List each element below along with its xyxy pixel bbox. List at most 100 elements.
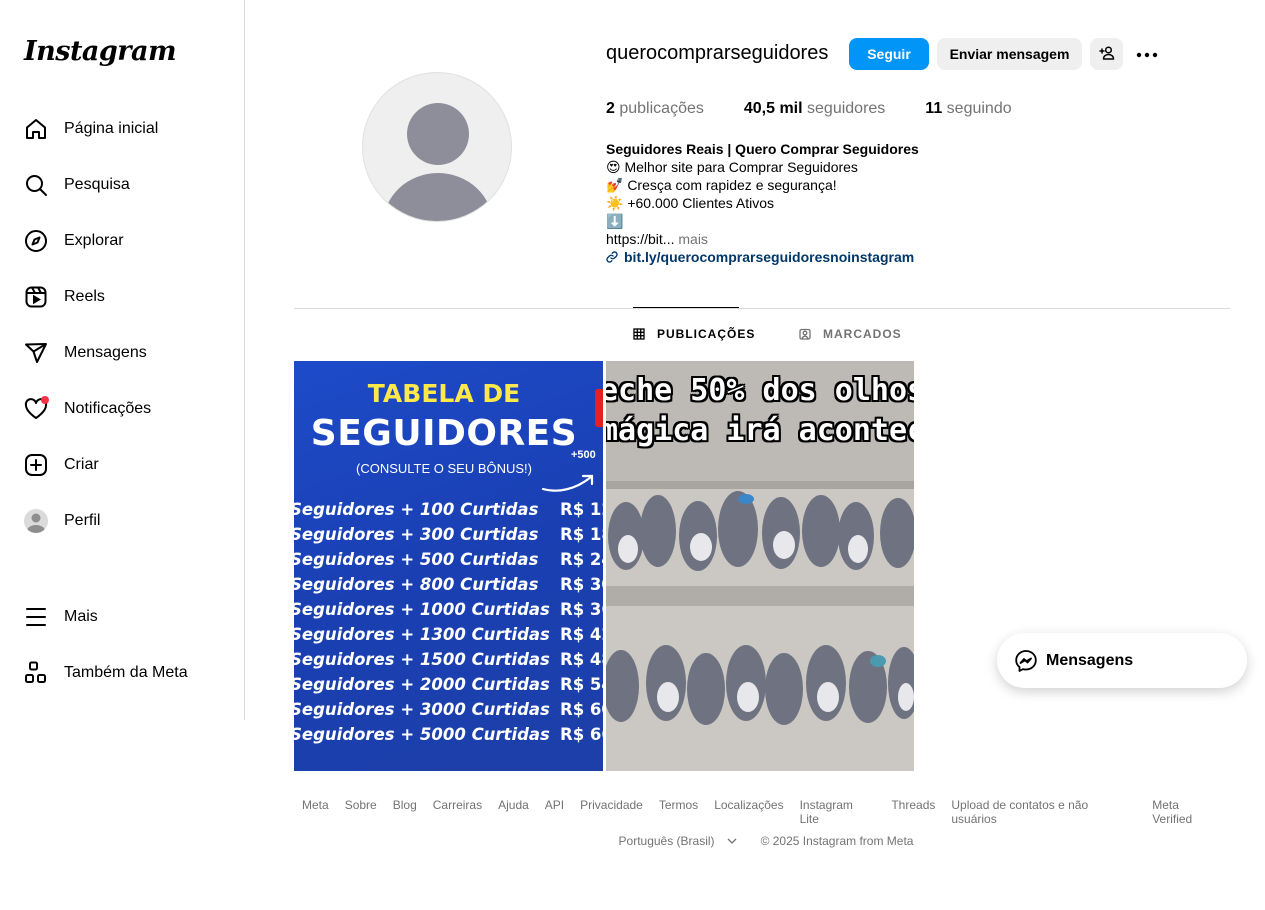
compass-icon xyxy=(24,229,48,253)
price-row-text: Seguidores + 1000 Curtidas xyxy=(294,600,550,619)
price-row-text: Seguidores + 300 Curtidas xyxy=(294,525,539,544)
sidebar: Instagram Página inicial Pesquisa Explor… xyxy=(0,0,245,720)
footer-link[interactable]: Carreiras xyxy=(433,798,482,826)
search-icon xyxy=(24,173,48,197)
footer-link[interactable]: Localizações xyxy=(714,798,783,826)
bio-external-link[interactable]: bit.ly/querocomprarseguidoresnoinstagram xyxy=(606,248,1026,266)
home-icon xyxy=(24,117,48,141)
sidebar-item-explore[interactable]: Explorar xyxy=(12,217,232,265)
add-person-icon xyxy=(1098,45,1115,64)
profile-username: querocomprarseguidores xyxy=(606,42,829,64)
followers-stat[interactable]: 40,5 mil seguidores xyxy=(744,100,885,118)
footer-link[interactable]: Privacidade xyxy=(580,798,643,826)
floating-messages-label: Mensagens xyxy=(1046,651,1134,669)
profile-picture[interactable] xyxy=(362,72,512,222)
language-selector[interactable]: Português (Brasil) xyxy=(611,834,745,848)
bio-name: Seguidores Reais | Quero Comprar Seguido… xyxy=(606,141,919,157)
post-title-line: TABELA DE xyxy=(367,379,521,408)
followers-count: 40,5 mil xyxy=(743,100,803,117)
footer-links: Meta Sobre Blog Carreiras Ajuda API Priv… xyxy=(294,798,1230,826)
following-stat[interactable]: 11 seguindo xyxy=(925,100,1011,118)
sidebar-item-messages[interactable]: Mensagens xyxy=(12,329,232,377)
post-thumbnail[interactable]: TABELA DE SEGUIDORES (CONSULTE O SEU BÔN… xyxy=(294,361,603,771)
active-tab-indicator xyxy=(633,307,739,308)
post-decoration xyxy=(595,389,603,427)
sidebar-item-label: Notificações xyxy=(64,400,152,417)
send-icon xyxy=(24,341,48,365)
post-overlay-text: mágica irá acontec xyxy=(606,413,914,448)
bio-truncated-text: https://bit... xyxy=(606,231,675,247)
sidebar-item-label: Mais xyxy=(64,608,98,625)
sidebar-item-more[interactable]: Mais xyxy=(12,593,232,641)
sidebar-item-search[interactable]: Pesquisa xyxy=(12,161,232,209)
following-label: seguindo xyxy=(946,100,1012,117)
footer-link[interactable]: Meta Verified xyxy=(1152,798,1222,826)
sidebar-item-notifications[interactable]: Notificações xyxy=(12,385,232,433)
price-row: Seguidores + 3000 Curtidas R$ 60 xyxy=(294,700,603,719)
price-row-price: R$ 24 xyxy=(560,550,603,569)
price-row-text: Seguidores + 5000 Curtidas xyxy=(294,725,550,744)
bio-line: ☀️ +60.000 Clientes Ativos xyxy=(606,195,775,211)
more-options-button[interactable] xyxy=(1135,44,1159,64)
price-row: Seguidores + 300 Curtidas R$ 18 xyxy=(294,525,603,544)
bio-truncated-line: https://bit... mais xyxy=(606,230,1026,248)
sidebar-item-also-from-meta[interactable]: Também da Meta xyxy=(12,649,232,697)
suggested-accounts-button[interactable] xyxy=(1090,38,1123,70)
plus-square-icon xyxy=(24,453,48,477)
posts-label: publicações xyxy=(619,100,704,117)
price-row-price: R$ 54 xyxy=(560,675,603,694)
floating-messages-button[interactable]: Mensagens xyxy=(997,633,1247,688)
post-title-line: SEGUIDORES xyxy=(310,413,578,454)
sidebar-item-reels[interactable]: Reels xyxy=(12,273,232,321)
language-label: Português (Brasil) xyxy=(618,834,715,848)
price-row-text: Seguidores + 1300 Curtidas xyxy=(294,625,550,644)
price-row: Seguidores + 100 Curtidas R$ 12 xyxy=(294,500,603,519)
tab-tagged-label: MARCADOS xyxy=(823,327,902,341)
send-message-button[interactable]: Enviar mensagem xyxy=(937,38,1082,70)
footer-link[interactable]: API xyxy=(545,798,564,826)
footer-link[interactable]: Blog xyxy=(393,798,417,826)
sidebar-item-label: Mensagens xyxy=(64,344,147,361)
posts-stat: 2 publicações xyxy=(606,100,704,118)
profile-bio: Seguidores Reais | Quero Comprar Seguido… xyxy=(606,140,1026,266)
price-row: Seguidores + 500 Curtidas R$ 24 xyxy=(294,550,603,569)
sidebar-item-label: Pesquisa xyxy=(64,176,130,193)
heart-icon xyxy=(24,396,49,421)
sidebar-item-create[interactable]: Criar xyxy=(12,441,232,489)
posts-count: 2 xyxy=(606,100,615,117)
menu-icon xyxy=(24,605,48,629)
messenger-icon xyxy=(1014,649,1038,673)
sidebar-item-label: Perfil xyxy=(64,512,101,529)
follow-button[interactable]: Seguir xyxy=(849,38,929,70)
profile-stats: 2 publicações 40,5 mil seguidores 11 seg… xyxy=(606,100,1052,118)
footer-link[interactable]: Upload de contatos e não usuários xyxy=(951,798,1136,826)
price-row-text: Seguidores + 3000 Curtidas xyxy=(294,700,550,719)
notification-dot xyxy=(41,396,49,404)
price-row-price: R$ 60 xyxy=(560,700,603,719)
instagram-logo[interactable]: Instagram xyxy=(24,36,177,67)
tab-tagged[interactable]: MARCADOS xyxy=(799,327,902,341)
footer-link[interactable]: Instagram Lite xyxy=(800,798,876,826)
footer-link[interactable]: Ajuda xyxy=(498,798,529,826)
post-thumbnail[interactable]: eche 50% dos olhos mágica irá acontec xyxy=(606,361,914,771)
post-bonus-label: +500 xyxy=(571,449,596,461)
footer-bottom: Português (Brasil) © 2025 Instagram from… xyxy=(294,834,1230,848)
link-icon xyxy=(606,251,618,263)
sidebar-item-home[interactable]: Página inicial xyxy=(12,105,232,153)
tab-posts[interactable]: PUBLICAÇÕES xyxy=(633,327,755,341)
footer-link[interactable]: Sobre xyxy=(345,798,377,826)
price-row: Seguidores + 800 Curtidas R$ 30 xyxy=(294,575,603,594)
footer-link[interactable]: Termos xyxy=(659,798,698,826)
footer-link[interactable]: Meta xyxy=(302,798,329,826)
price-row-text: Seguidores + 1500 Curtidas xyxy=(294,650,550,669)
bio-line: 😍 Melhor site para Comprar Seguidores xyxy=(606,159,858,175)
following-count: 11 xyxy=(925,100,943,117)
footer-link[interactable]: Threads xyxy=(891,798,935,826)
copyright-text: © 2025 Instagram from Meta xyxy=(760,834,914,848)
bio-more-link[interactable]: mais xyxy=(678,231,708,247)
tabs-divider xyxy=(294,308,1230,309)
sidebar-item-profile[interactable]: Perfil xyxy=(12,497,232,545)
chevron-down-icon xyxy=(727,838,737,845)
more-horizontal-icon xyxy=(1136,45,1158,63)
meta-apps-icon xyxy=(24,661,48,685)
